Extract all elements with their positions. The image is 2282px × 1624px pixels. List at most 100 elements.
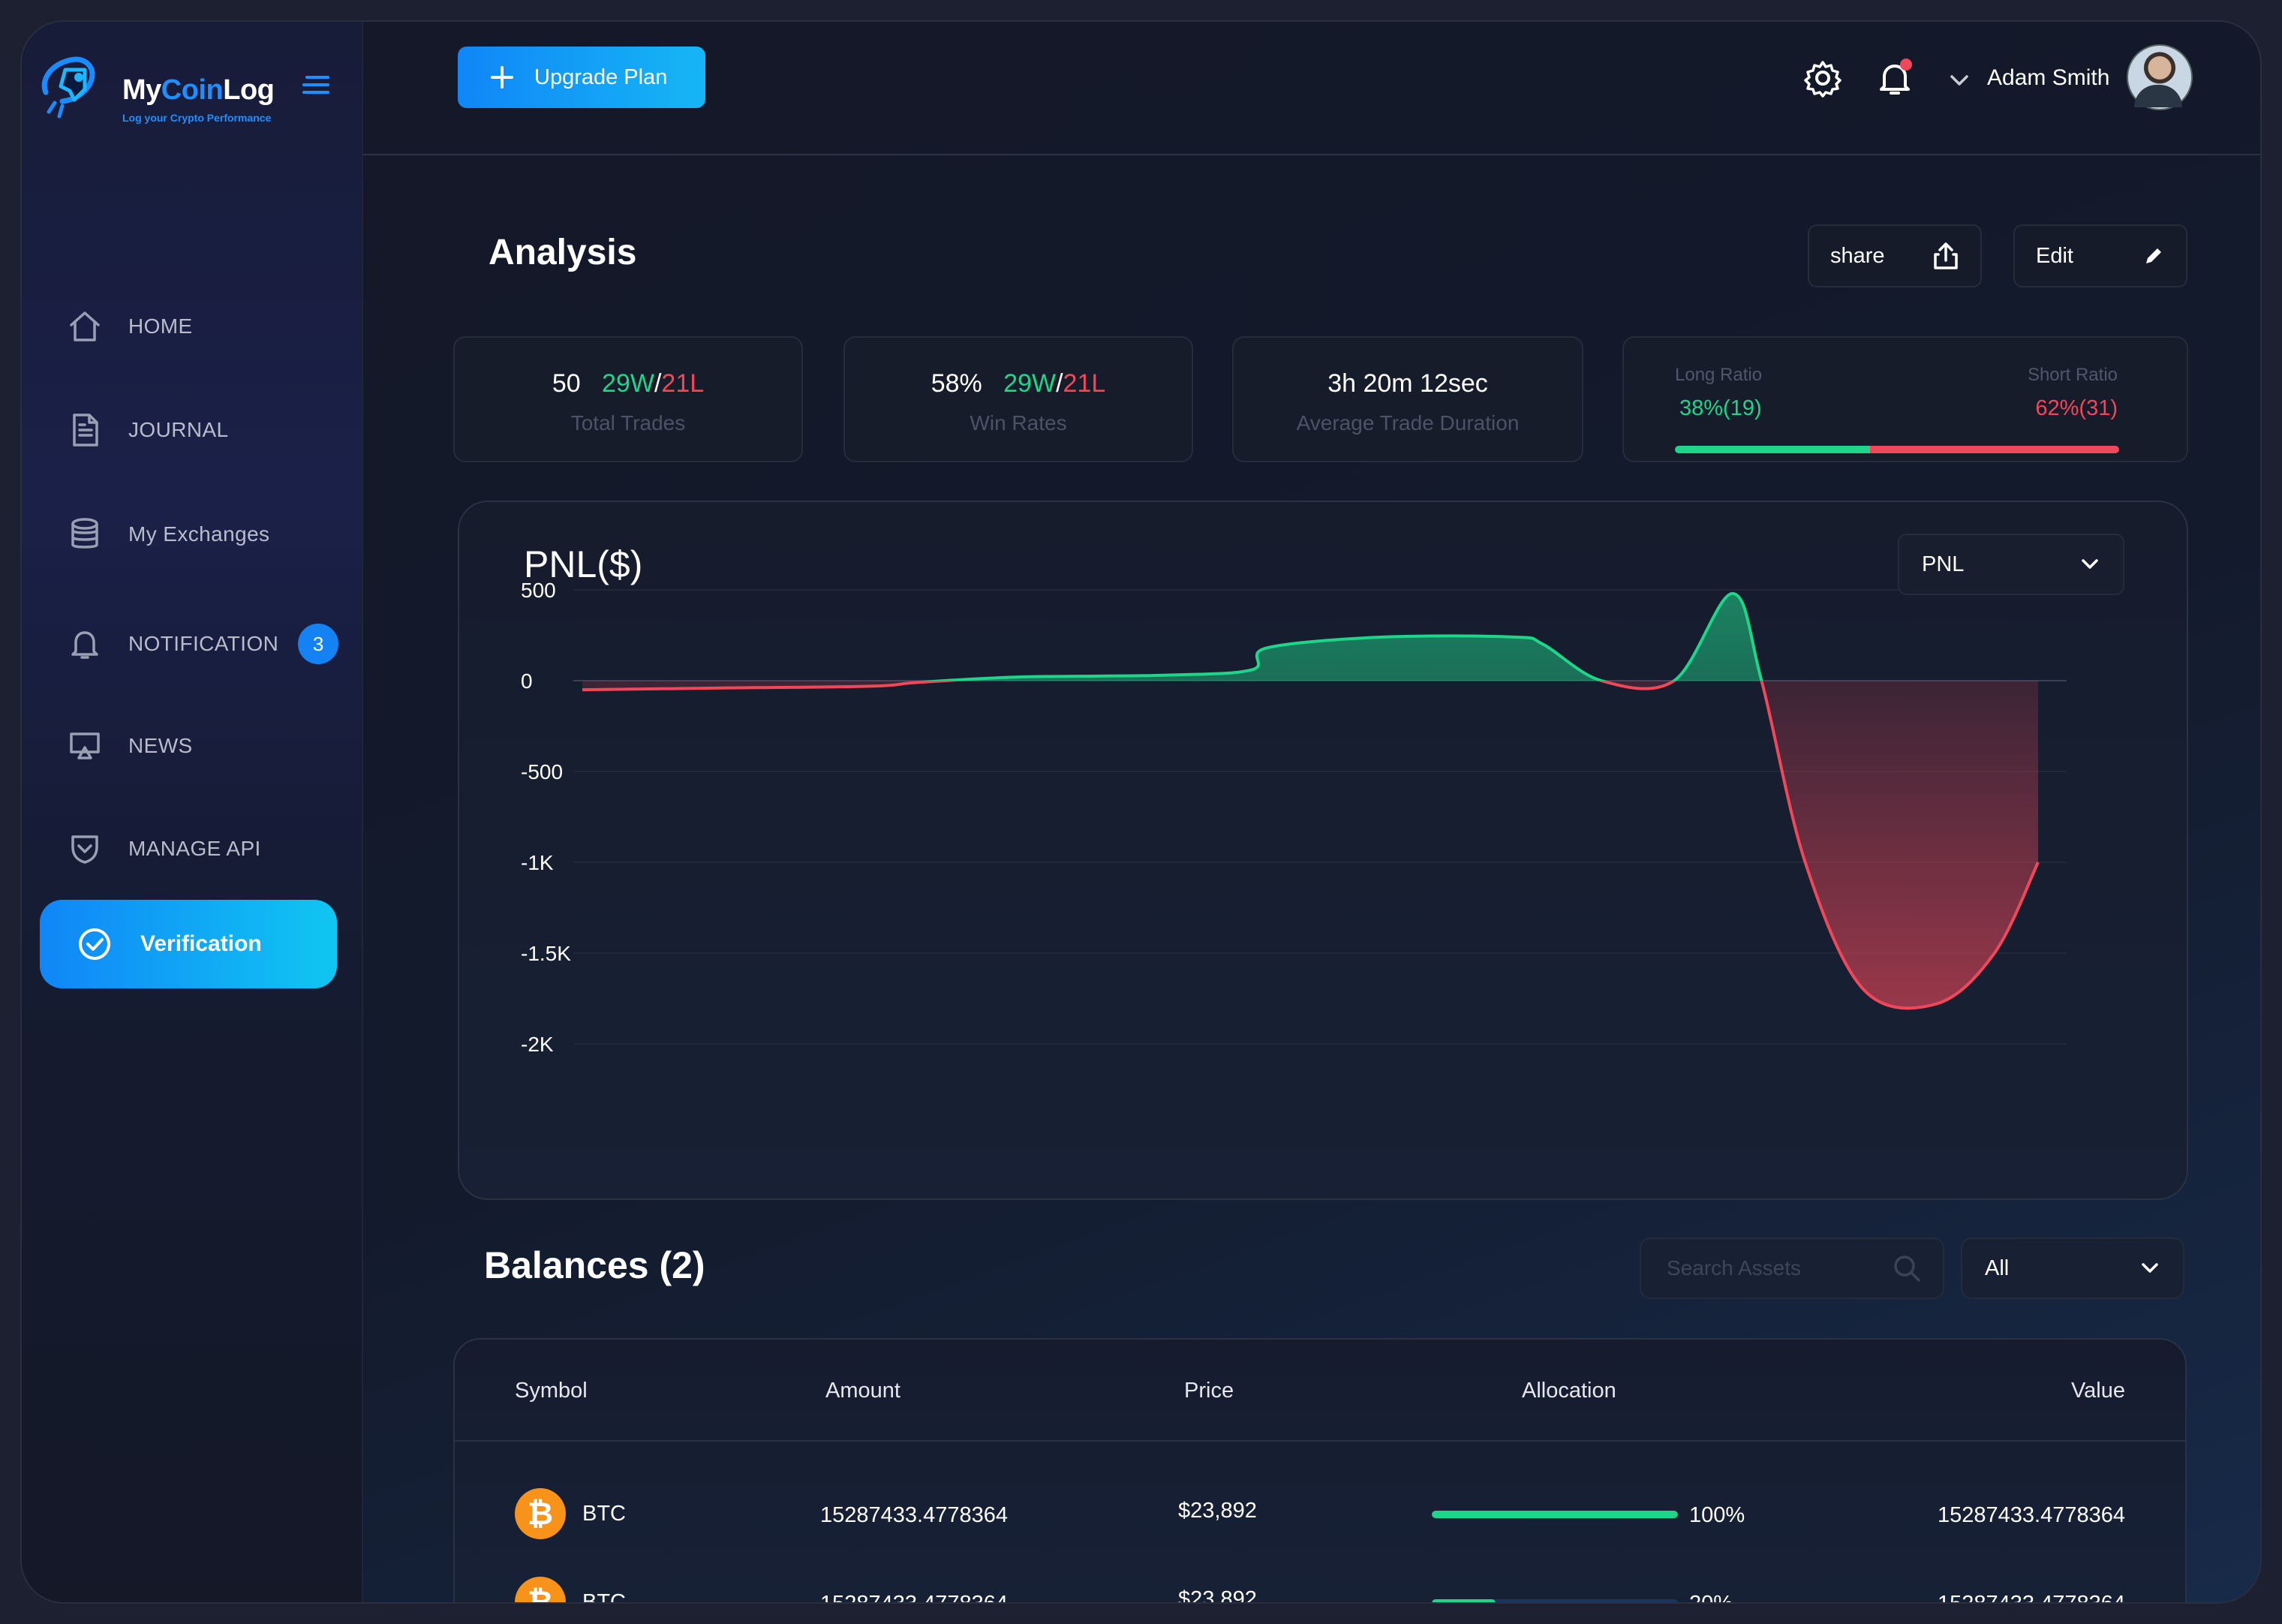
balances-title: Balances (2)	[484, 1244, 705, 1286]
check-circle-icon	[79, 928, 110, 960]
avg-duration-value: 3h 20m 12sec	[1327, 369, 1488, 398]
allocation-fill	[1432, 1511, 1678, 1518]
sidebar: MyCoinLog Log your Crypto Performance HO…	[22, 22, 363, 1602]
share-button[interactable]: share	[1808, 224, 1982, 287]
brand-tagline: Log your Crypto Performance	[122, 112, 272, 124]
search-assets-box[interactable]	[1640, 1238, 1944, 1299]
asset-filter-value: All	[1985, 1256, 2010, 1280]
app-window: MyCoinLog Log your Crypto Performance HO…	[22, 22, 2260, 1602]
total-trades-value: 50 29W/21L	[552, 369, 705, 398]
allocation-fill	[1432, 1599, 1496, 1602]
y-tick-label: 0	[521, 669, 533, 693]
avg-duration-label: Average Trade Duration	[1296, 411, 1520, 435]
sidebar-item-manage-api[interactable]: MANAGE API	[67, 819, 344, 879]
column-header-price[interactable]: Price	[1184, 1379, 1234, 1403]
sidebar-item-home[interactable]: HOME	[67, 296, 344, 356]
page-title: Analysis	[489, 233, 637, 272]
edit-label: Edit	[2036, 243, 2073, 268]
table-row[interactable]: ₿ BTC 15287433.4778364 $23,892 20% 15287…	[455, 1571, 2185, 1602]
sidebar-item-my-exchanges[interactable]: My Exchanges	[67, 504, 344, 564]
notification-count-badge: 3	[298, 624, 339, 664]
bell-notification-icon[interactable]	[1875, 58, 1915, 98]
y-tick-label: -500	[521, 760, 563, 783]
pencil-icon	[2146, 248, 2161, 263]
share-icon	[1934, 242, 1958, 269]
search-input[interactable]	[1665, 1256, 1886, 1281]
y-tick-label: -1.5K	[521, 942, 571, 965]
sidebar-item-notification[interactable]: NOTIFICATION 3	[67, 614, 344, 674]
chart-metric-select[interactable]: PNL	[1898, 534, 2124, 595]
pnl-chart: 5000-500-1K-1.5K-2K	[521, 579, 2067, 1056]
column-header-amount[interactable]: Amount	[825, 1379, 900, 1403]
database-icon	[71, 518, 98, 549]
row-value: 15287433.4778364	[1938, 1503, 2125, 1527]
win-rates-label: Win Rates	[970, 411, 1067, 435]
row-symbol: BTC	[582, 1502, 626, 1526]
sidebar-item-label: MANAGE API	[128, 837, 261, 860]
chevron-down-icon[interactable]	[1948, 71, 1971, 89]
bitcoin-icon: ₿	[515, 1488, 566, 1539]
long-ratio-value: 38%(19)	[1679, 396, 1762, 420]
table-header: Symbol Amount Price Allocation Value	[455, 1340, 2185, 1442]
sidebar-item-label: JOURNAL	[128, 418, 229, 441]
chevron-down-icon	[2082, 559, 2098, 569]
sidebar-item-label: My Exchanges	[128, 522, 270, 546]
column-header-value[interactable]: Value	[2071, 1379, 2125, 1403]
win-rates-card: 58% 29W/21L Win Rates	[843, 336, 1193, 462]
sidebar-item-journal[interactable]: JOURNAL	[67, 400, 344, 460]
row-allocation: 20%	[1689, 1592, 1733, 1602]
long-ratio-label: Long Ratio	[1675, 365, 1763, 385]
chart-title: PNL($)	[524, 543, 643, 585]
bitcoin-icon: ₿	[515, 1577, 566, 1602]
gear-icon[interactable]	[1802, 58, 1843, 98]
row-value: 15287433.4778364	[1938, 1592, 2125, 1602]
sidebar-item-label: Verification	[140, 931, 262, 956]
column-header-allocation[interactable]: Allocation	[1522, 1379, 1616, 1403]
sidebar-item-label: NEWS	[128, 734, 193, 757]
rocket-logo-icon	[41, 56, 95, 119]
win-rates-value: 58% 29W/21L	[931, 369, 1106, 398]
user-name[interactable]: Adam Smith	[1987, 65, 2109, 91]
long-short-ratio-bar	[1675, 446, 2119, 453]
total-trades-card: 50 29W/21L Total Trades	[453, 336, 803, 462]
table-row[interactable]: ₿ BTC 15287433.4778364 $23,892 100% 1528…	[455, 1482, 2185, 1565]
monitor-icon	[70, 732, 100, 759]
y-tick-label: -1K	[521, 851, 554, 874]
sidebar-item-label: HOME	[128, 314, 193, 338]
chart-metric-value: PNL	[1922, 552, 1965, 576]
shield-icon	[71, 835, 98, 864]
chevron-down-icon	[2142, 1263, 2158, 1273]
allocation-bar	[1432, 1511, 1678, 1518]
long-ratio-fill	[1675, 446, 1871, 453]
y-tick-label: -2K	[521, 1033, 554, 1056]
bell-icon	[71, 631, 98, 659]
upgrade-plan-label: Upgrade Plan	[534, 65, 668, 89]
sidebar-item-news[interactable]: NEWS	[67, 716, 344, 776]
row-symbol: BTC	[582, 1590, 626, 1602]
total-trades-label: Total Trades	[570, 411, 686, 435]
menu-icon[interactable]	[301, 70, 331, 100]
top-header: Upgrade Plan Adam Smith	[363, 22, 2260, 155]
share-label: share	[1830, 243, 1885, 268]
row-price: $23,892	[1178, 1499, 1257, 1523]
short-ratio-fill	[1870, 446, 2119, 453]
edit-button[interactable]: Edit	[2013, 224, 2187, 287]
avg-duration-card: 3h 20m 12sec Average Trade Duration	[1232, 336, 1583, 462]
sidebar-item-verification[interactable]: Verification	[40, 900, 337, 988]
logo[interactable]: MyCoinLog Log your Crypto Performance	[32, 47, 302, 124]
column-header-symbol[interactable]: Symbol	[515, 1379, 588, 1403]
short-ratio-value: 62%(31)	[2035, 396, 2118, 420]
row-price: $23,892	[1178, 1587, 1257, 1602]
home-icon	[70, 311, 100, 341]
row-amount: 15287433.4778364	[820, 1503, 1008, 1527]
row-allocation: 100%	[1689, 1503, 1745, 1527]
document-icon	[73, 414, 98, 447]
upgrade-plan-button[interactable]: Upgrade Plan	[458, 47, 705, 108]
row-amount: 15287433.4778364	[820, 1592, 1008, 1602]
short-ratio-label: Short Ratio	[2027, 365, 2118, 385]
plus-icon	[491, 66, 513, 89]
allocation-bar	[1432, 1599, 1678, 1602]
brand-name: MyCoinLog	[122, 74, 275, 106]
asset-filter-select[interactable]: All	[1961, 1238, 2184, 1299]
search-icon[interactable]	[1892, 1253, 1922, 1283]
